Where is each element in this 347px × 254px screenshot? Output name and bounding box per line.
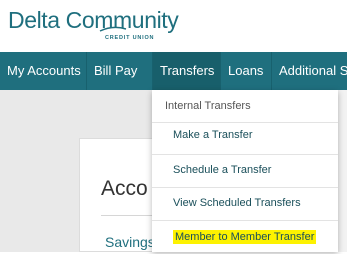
nav-loans[interactable]: Loans bbox=[221, 52, 271, 90]
menu-item-view-scheduled-transfers[interactable]: View Scheduled Transfers bbox=[152, 187, 338, 220]
menu-item-make-transfer[interactable]: Make a Transfer bbox=[152, 119, 338, 152]
nav-bill-pay[interactable]: Bill Pay bbox=[87, 52, 152, 90]
nav-transfers[interactable]: Transfers bbox=[153, 52, 220, 90]
member-to-member-label: Member to Member Transfer bbox=[173, 230, 317, 244]
transfers-dropdown-menu: Internal Transfers Make a Transfer Sched… bbox=[152, 90, 338, 252]
accounts-card-title: Acco bbox=[101, 177, 148, 200]
nav-my-accounts[interactable]: My Accounts bbox=[0, 52, 86, 90]
menu-item-schedule-transfer[interactable]: Schedule a Transfer bbox=[152, 154, 338, 187]
brand-tagline: CREDIT UNION bbox=[105, 35, 155, 41]
brand-logo[interactable]: Delta Community CREDIT UNION bbox=[8, 6, 208, 48]
logo-swoosh-icon bbox=[99, 26, 127, 32]
savings-link[interactable]: Savings bbox=[105, 234, 155, 250]
main-navbar: My Accounts Bill Pay Transfers Loans Add… bbox=[0, 52, 347, 90]
content-right-edge bbox=[338, 90, 347, 252]
nav-additional-services[interactable]: Additional S bbox=[272, 52, 347, 90]
menu-item-member-to-member[interactable]: Member to Member Transfer bbox=[152, 221, 338, 254]
card-divider bbox=[101, 215, 157, 216]
brand-name: Delta Community bbox=[8, 7, 179, 33]
